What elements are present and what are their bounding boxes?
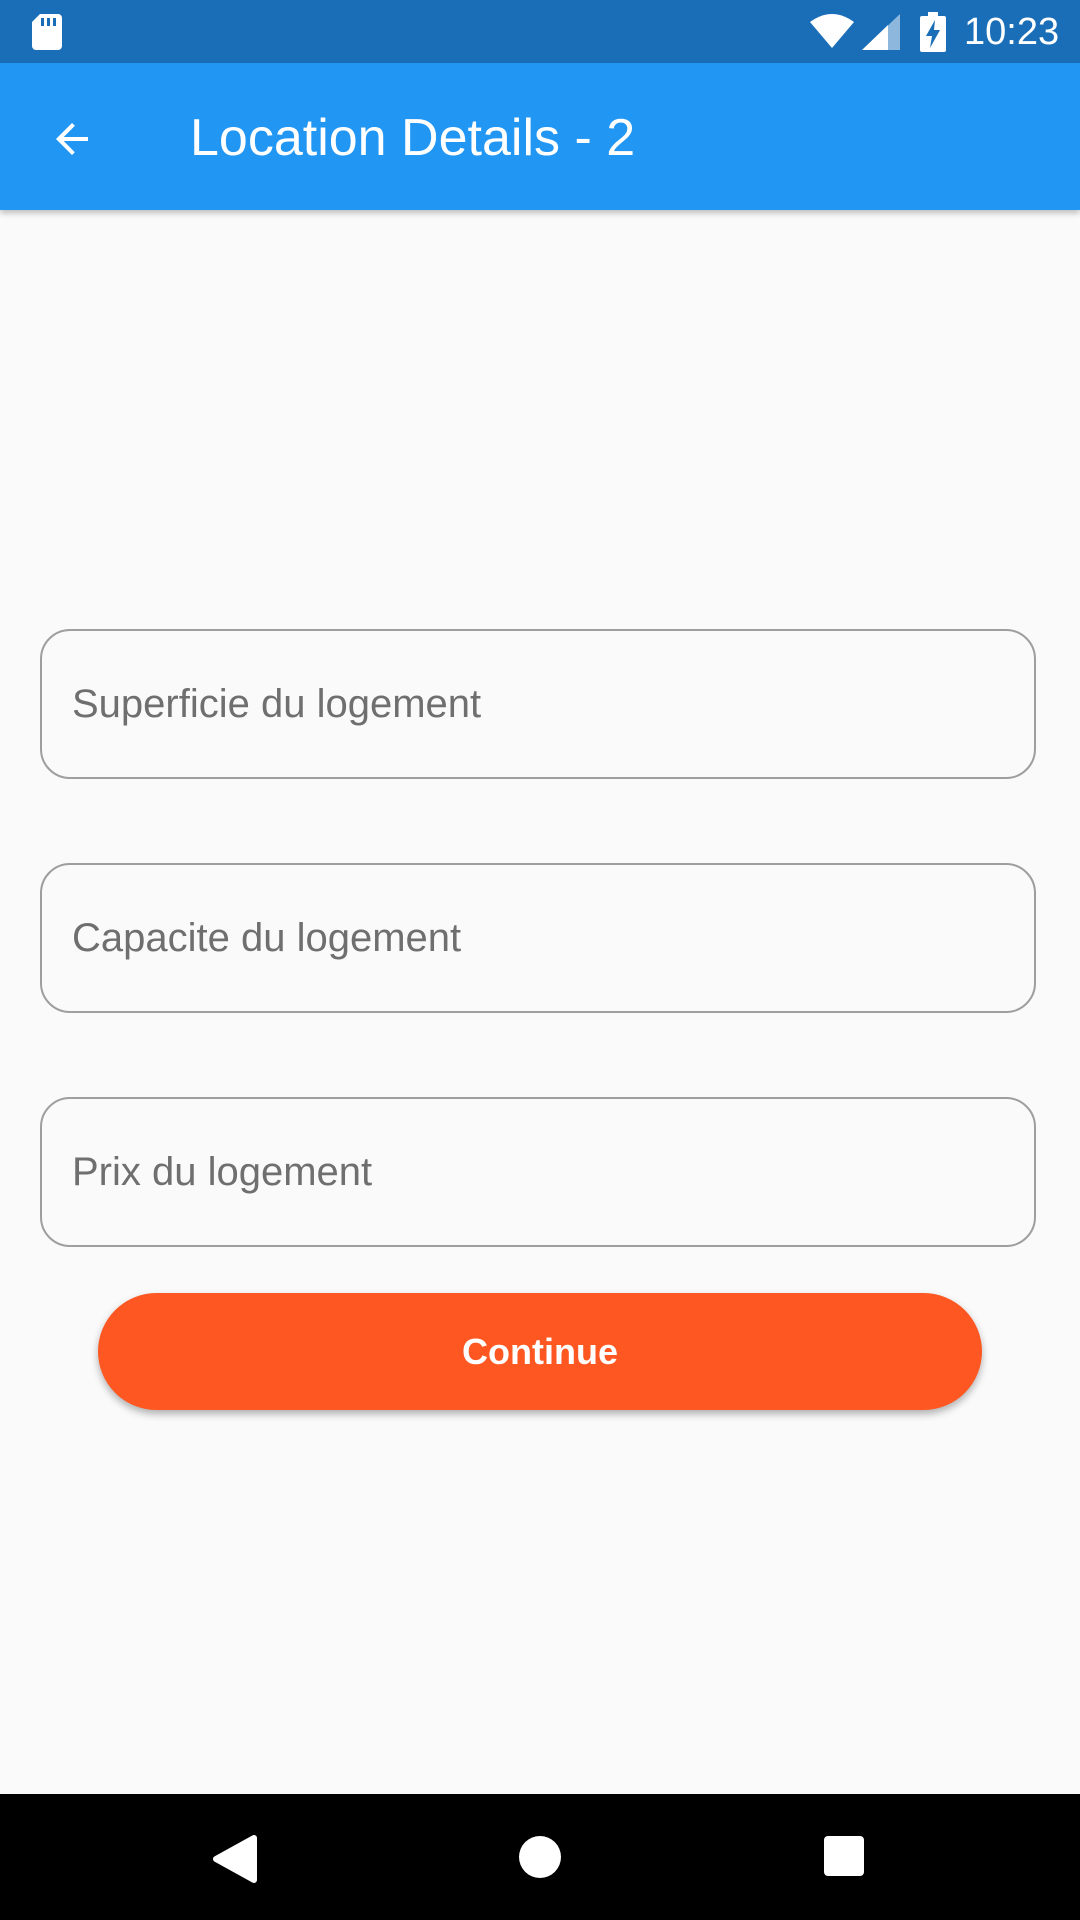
capacity-field[interactable] [40, 863, 1036, 1013]
nav-home-icon[interactable] [519, 1836, 561, 1878]
price-input[interactable] [42, 1099, 1034, 1245]
status-bar: 10:23 [0, 0, 1080, 63]
arrow-back-icon [56, 123, 88, 155]
cell-signal-icon [862, 14, 900, 50]
app-bar: Location Details - 2 [0, 63, 1080, 210]
back-button[interactable] [34, 101, 110, 177]
battery-charging-icon [920, 12, 946, 52]
surface-field[interactable] [40, 629, 1036, 779]
continue-button[interactable]: Continue [98, 1293, 982, 1410]
nav-recents-icon[interactable] [824, 1836, 864, 1876]
system-nav-bar [0, 1794, 1080, 1920]
screen: 10:23 Location Details - 2 Continue [0, 0, 1080, 1920]
capacity-input[interactable] [42, 865, 1034, 1011]
price-field[interactable] [40, 1097, 1036, 1247]
page-title: Location Details - 2 [190, 109, 636, 167]
sd-card-icon [32, 14, 62, 50]
surface-input[interactable] [42, 631, 1034, 777]
status-time: 10:23 [964, 11, 1060, 53]
nav-back-icon[interactable] [212, 1834, 258, 1884]
wifi-icon [810, 14, 854, 48]
